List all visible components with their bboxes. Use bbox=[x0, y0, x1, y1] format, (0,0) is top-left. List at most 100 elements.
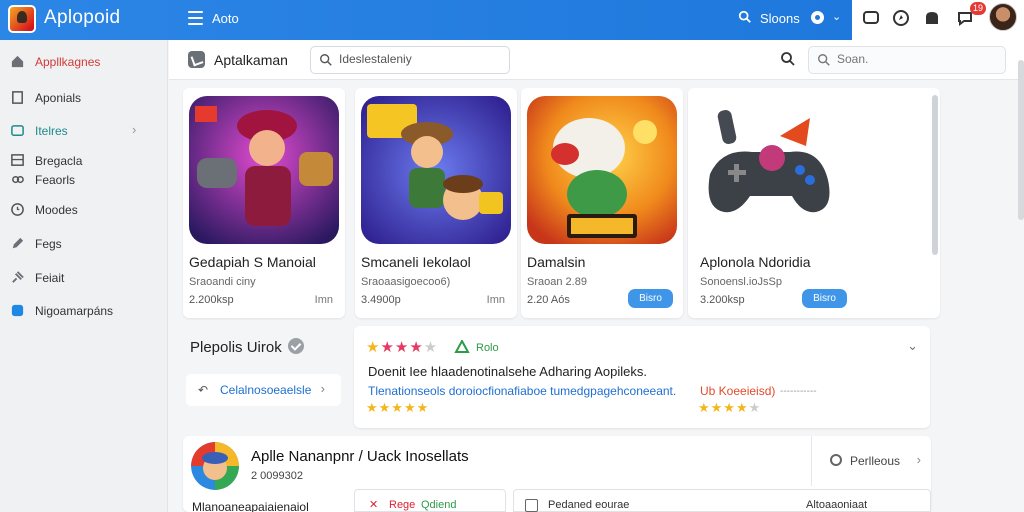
bottom-tag-label-secondary: Qdiend bbox=[421, 499, 457, 511]
recycle-icon bbox=[454, 340, 470, 353]
developer-subtitle: 2 0099302 bbox=[251, 470, 303, 482]
rating-note: ----------- bbox=[780, 386, 817, 397]
app-card-subtitle: Sraoaasigoecoo6) bbox=[361, 276, 451, 288]
sidebar-item[interactable]: Feaorls bbox=[0, 168, 168, 192]
install-button[interactable]: Bisro bbox=[802, 289, 847, 308]
install-button[interactable]: Bisro bbox=[628, 289, 673, 308]
app-thumbnail bbox=[361, 96, 511, 244]
sidebar-item-label: Moodes bbox=[35, 203, 78, 217]
rating-description: Doenit Iee hlaadenotinalsehe Adharing Ao… bbox=[368, 364, 647, 379]
search-input[interactable] bbox=[339, 52, 499, 66]
sidebar-item[interactable]: Fegs bbox=[0, 232, 168, 256]
app-card-title[interactable]: Aplonola Ndoridia bbox=[700, 254, 811, 270]
bottom-tag-button[interactable]: ✕ Rege Qdiend bbox=[354, 489, 506, 512]
secondary-search-field[interactable] bbox=[808, 46, 1006, 74]
app-card-title[interactable]: Gedapiah S Manoial bbox=[189, 254, 316, 270]
bookmark-icon bbox=[12, 91, 23, 104]
verified-icon bbox=[287, 338, 304, 354]
chevron-down-icon[interactable]: ⌄ bbox=[832, 10, 841, 23]
sidebar-item[interactable]: Aponials bbox=[0, 86, 168, 110]
developer-action-label[interactable]: Perlleous bbox=[850, 454, 900, 468]
top-bar-brand-area bbox=[0, 0, 852, 40]
page-scrollbar[interactable] bbox=[1018, 60, 1024, 220]
search-icon[interactable] bbox=[738, 10, 752, 24]
sidebar-item[interactable]: Nigoamarpáns bbox=[0, 299, 168, 323]
shield-icon[interactable] bbox=[923, 9, 941, 27]
sidebar-item[interactable]: Itelres › bbox=[0, 119, 168, 143]
sidebar-item-label: Nigoamarpáns bbox=[35, 304, 114, 318]
sidebar-item[interactable]: Feiait bbox=[0, 266, 168, 290]
hamburger-menu-icon[interactable] bbox=[188, 11, 203, 25]
calendar-icon bbox=[11, 304, 24, 317]
user-avatar[interactable] bbox=[989, 3, 1017, 31]
search-field[interactable] bbox=[310, 46, 510, 74]
option-checkbox[interactable] bbox=[525, 499, 538, 512]
app-card[interactable]: Aplonola Ndoridia Sonoensl.ioJsSp 3.200k… bbox=[688, 88, 940, 318]
chevron-right-icon: › bbox=[320, 381, 325, 396]
card-scrollbar[interactable] bbox=[932, 95, 938, 255]
secondary-search-input[interactable] bbox=[837, 52, 987, 66]
back-arrow-icon: ↶ bbox=[198, 383, 209, 397]
search-icon bbox=[320, 54, 332, 66]
chevron-right-icon: › bbox=[916, 452, 921, 467]
link-icon bbox=[12, 175, 24, 184]
rating-stars-small: ★★★★★ bbox=[366, 400, 430, 415]
app-card-subtitle: Sonoensl.ioJsSp bbox=[700, 276, 782, 288]
bottom-label: Mlanoaneapaiaienaiol bbox=[192, 500, 309, 512]
app-title: Aplopoid bbox=[44, 7, 121, 28]
rating-link[interactable]: Tlenationseols doroiocfionafiaboe tumedg… bbox=[368, 384, 676, 398]
apps-icon bbox=[11, 125, 24, 136]
sidebar-item-label: Feiait bbox=[35, 271, 65, 285]
app-card-subtitle: Sraoan 2.89 bbox=[527, 276, 587, 288]
sidebar-item-label: Fegs bbox=[35, 237, 62, 251]
app-card-count: 2.20 Aós bbox=[527, 294, 570, 306]
app-card-title[interactable]: Damalsin bbox=[527, 254, 585, 270]
search-icon[interactable] bbox=[780, 51, 796, 67]
chevron-down-icon[interactable]: ⌄ bbox=[907, 338, 918, 354]
option-right-label: Altoaaoniaat bbox=[806, 499, 868, 511]
app-card[interactable]: Smcaneli Iekolaol Sraoaasigoecoo6) 3.490… bbox=[355, 88, 517, 318]
sidebar-item-label: Bregacla bbox=[35, 154, 83, 168]
grid-icon bbox=[11, 154, 24, 166]
chat-icon[interactable] bbox=[862, 9, 880, 27]
chevron-right-icon: › bbox=[132, 122, 137, 137]
rating-secondary-link[interactable]: Ub Koeeieisd) bbox=[700, 384, 775, 398]
featured-title-text: Plepolis Uirok bbox=[190, 339, 282, 356]
account-switch-icon[interactable] bbox=[811, 11, 824, 24]
rating-card: ★★★★★ Rolo ⌄ Doenit Iee hlaadenotinalseh… bbox=[354, 326, 930, 428]
app-card-meta: Imn bbox=[314, 294, 333, 306]
app-card[interactable]: Damalsin Sraoan 2.89 2.20 Aós Bisro bbox=[521, 88, 683, 318]
page-title: Aptalkaman bbox=[214, 52, 288, 68]
app-thumbnail bbox=[189, 96, 339, 244]
app-card-count: 2.200ksp bbox=[189, 294, 234, 306]
sidebar-item[interactable]: Moodes bbox=[0, 198, 168, 222]
home-icon bbox=[11, 55, 24, 68]
clock-icon bbox=[11, 203, 24, 216]
sidebar-item-label: Aponials bbox=[35, 91, 82, 105]
featured-link[interactable]: Celalnosoeaelsle bbox=[220, 383, 311, 397]
app-card-title[interactable]: Smcaneli Iekolaol bbox=[361, 254, 471, 270]
sidebar-item[interactable]: Appllkagnes bbox=[0, 50, 168, 74]
top-search-label[interactable]: Sloons bbox=[760, 11, 800, 26]
search-icon bbox=[818, 54, 830, 66]
featured-section: Plepolis Uirok ↶ Celalnosoeaelsle › bbox=[180, 326, 348, 428]
pen-icon bbox=[12, 237, 24, 249]
nav-label[interactable]: Aoto bbox=[212, 11, 239, 26]
rating-tag: Rolo bbox=[476, 342, 499, 354]
app-card[interactable]: Gedapiah S Manoial Sraoandi ciny 2.200ks… bbox=[183, 88, 345, 318]
developer-avatar[interactable] bbox=[191, 442, 239, 490]
sidebar-item-label: Appllkagnes bbox=[35, 55, 101, 69]
app-card-count: 3.200ksp bbox=[700, 294, 745, 306]
app-logo-icon[interactable] bbox=[8, 5, 36, 33]
app-thumbnail bbox=[692, 96, 842, 244]
bottom-option-row[interactable]: Pedaned eourae Altoaaoniaat bbox=[513, 489, 931, 512]
sidebar-item-label: Itelres bbox=[35, 124, 68, 138]
developer-name[interactable]: Aplle Nananpnr / Uack Inosellats bbox=[251, 448, 469, 465]
option-label: Pedaned eourae bbox=[548, 499, 630, 511]
rating-stars: ★★★★★ bbox=[366, 339, 439, 356]
featured-link-row[interactable]: ↶ Celalnosoeaelsle › bbox=[186, 374, 341, 406]
circle-icon bbox=[830, 454, 842, 466]
sidebar-item-label: Feaorls bbox=[35, 173, 76, 187]
developer-action[interactable]: Perlleous › bbox=[811, 436, 931, 486]
compass-icon[interactable] bbox=[892, 9, 910, 27]
